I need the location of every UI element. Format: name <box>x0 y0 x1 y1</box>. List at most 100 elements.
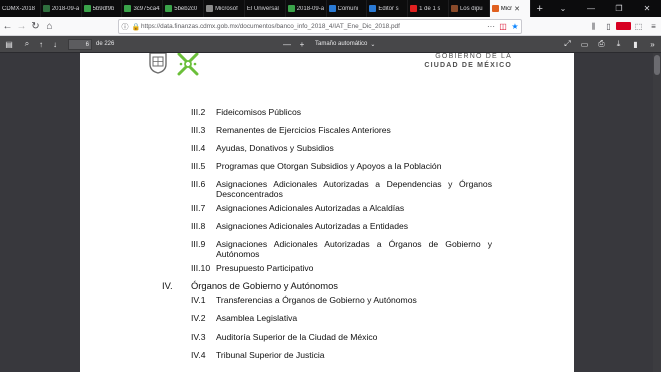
tools-icon[interactable]: » <box>644 39 661 49</box>
favicon-icon <box>83 5 91 12</box>
browser-tab[interactable]: 2018-09-ana <box>286 0 327 17</box>
tab-label: 1 de 1 s <box>419 5 441 12</box>
favicon-icon <box>450 5 458 12</box>
browser-tab[interactable]: CDMX-2018 <box>0 0 41 17</box>
navigation-bar: ← → ↻ ⌂ ⓘ 🔒 https://data.finanzas.cdmx.g… <box>0 17 661 36</box>
zoom-level: Tamaño automático <box>315 41 368 47</box>
next-page-icon[interactable]: ↓ <box>48 40 62 49</box>
open-file-icon[interactable]: ▭ <box>576 39 593 49</box>
toc-number: IV.2 <box>191 313 206 323</box>
previous-page-icon[interactable]: ↑ <box>34 40 48 49</box>
toc-number: III.7 <box>191 203 206 213</box>
browser-tab[interactable]: 5beb2c0 <box>163 0 205 17</box>
presentation-mode-icon[interactable]: ⤢ <box>559 39 576 49</box>
tab-label: Micr <box>500 5 513 12</box>
pocket-icon[interactable]: ◫ <box>497 22 509 31</box>
toc-text: Transferencias a Órganos de Gobierno y A… <box>216 295 417 305</box>
forward-icon[interactable]: → <box>15 20 28 33</box>
sidebar-toggle-icon[interactable]: ▤ <box>0 40 18 49</box>
toc-text: Asignaciones Adicionales Autorizadas a Ó… <box>216 239 492 259</box>
cdmx-logo-icon <box>177 53 199 76</box>
zoom-select[interactable]: Tamaño automático ⌄ <box>315 41 375 48</box>
browser-tab[interactable]: 3c975ca43ebi <box>122 0 164 17</box>
zoom-out-button[interactable]: — <box>281 40 293 49</box>
lock-icon[interactable]: 🔒 <box>131 23 141 31</box>
favicon-icon <box>410 5 418 12</box>
zoom-in-button[interactable]: + <box>296 40 308 49</box>
new-tab-button[interactable]: + <box>531 0 549 17</box>
favicon-icon <box>369 5 377 12</box>
tab-label: Microsof <box>215 5 238 12</box>
download-icon[interactable]: ⤓ <box>610 39 627 49</box>
browser-tab[interactable]: Editor s <box>367 0 409 17</box>
close-window-button[interactable]: ✕ <box>633 0 661 17</box>
tab-label: 5b9df9b <box>92 5 115 12</box>
coat-of-arms-icon <box>149 53 167 74</box>
tab-list-icon[interactable]: ⌄ <box>549 0 577 17</box>
tab-label: CDMX-2018 <box>2 5 36 12</box>
toc-text: Asamblea Legislativa <box>216 313 298 323</box>
browser-tab[interactable]: El Universal <box>245 0 286 17</box>
toc-number: III.6 <box>191 179 206 189</box>
toc-number: III.3 <box>191 125 206 135</box>
vertical-scrollbar[interactable] <box>653 53 661 372</box>
toc-text: Fideicomisos Públicos <box>216 107 302 117</box>
library-icon[interactable]: ⫼ <box>586 22 601 32</box>
tab-label: 2018-09-ana <box>296 5 324 12</box>
menu-icon[interactable]: ≡ <box>646 22 661 31</box>
home-icon[interactable]: ⌂ <box>43 20 56 33</box>
minimize-button[interactable]: — <box>577 0 605 17</box>
browser-tab[interactable]: Los dipu <box>449 0 490 17</box>
tab-label: Comuni <box>337 5 359 12</box>
browser-tab-active[interactable]: Micr ✕ <box>489 0 531 17</box>
search-icon[interactable]: ⌕ <box>20 39 34 49</box>
toc-text: Tribunal Superior de Justicia <box>216 350 325 360</box>
extension-icon[interactable]: ⬚ <box>631 22 646 31</box>
header-title: GOBIERNO DE LA CIUDAD DE MÉXICO <box>424 53 512 70</box>
toc-number: III.8 <box>191 221 206 231</box>
browser-tab[interactable]: Microsof <box>204 0 245 17</box>
tab-label: 2018-09-ana <box>51 5 79 12</box>
bookmark-icon[interactable]: ▮ <box>627 39 644 49</box>
tab-label: Los dipu <box>459 5 483 12</box>
toc-text: Ayudas, Donativos y Subsidios <box>216 143 334 153</box>
page-total: de 226 <box>96 41 115 47</box>
reload-icon[interactable]: ↻ <box>29 20 42 33</box>
toc-number: IV.4 <box>191 350 206 360</box>
favicon-icon <box>491 5 499 12</box>
print-icon[interactable]: ⎙ <box>593 39 610 49</box>
browser-tab[interactable]: 1 de 1 s <box>408 0 449 17</box>
tab-close-icon[interactable]: ✕ <box>514 5 520 13</box>
url-bar[interactable]: ⓘ 🔒 https://data.finanzas.cdmx.gob.mx/do… <box>118 19 522 34</box>
toc-number: III.5 <box>191 161 206 171</box>
browser-tab[interactable]: Comuni <box>327 0 368 17</box>
toc-number: IV.1 <box>191 295 206 305</box>
favicon-icon <box>42 5 50 12</box>
info-icon[interactable]: ⓘ <box>119 22 131 32</box>
toc-number: III.2 <box>191 107 206 117</box>
url-text[interactable]: https://data.finanzas.cdmx.gob.mx/docume… <box>141 23 485 30</box>
page-actions-icon[interactable]: ··· <box>485 22 497 31</box>
toc-number: III.9 <box>191 239 206 249</box>
scrollbar-thumb[interactable] <box>654 55 660 75</box>
sidebar-icon[interactable]: ▯ <box>601 22 616 31</box>
page-number-input[interactable]: 6 <box>68 38 92 50</box>
browser-tab[interactable]: 2018-09-ana <box>41 0 82 17</box>
tab-label: 3c975ca43ebi <box>133 5 160 12</box>
toc-text: Asignaciones Adicionales Autorizadas a A… <box>216 203 405 213</box>
favicon-icon <box>124 5 132 12</box>
restore-button[interactable]: ❐ <box>605 0 633 17</box>
tab-strip: CDMX-2018 2018-09-ana 5b9df9b 3c975ca43e… <box>0 0 661 17</box>
tab-label: Editor s <box>378 5 399 12</box>
notification-icon[interactable] <box>616 21 631 32</box>
back-icon[interactable]: ← <box>1 20 14 33</box>
bookmark-star-icon[interactable]: ★ <box>509 22 521 31</box>
toc-text: Presupuesto Participativo <box>216 263 314 273</box>
section-number: IV. <box>162 280 173 291</box>
tab-label: El Universal <box>246 5 279 12</box>
tab-label: 5beb2c0 <box>174 5 198 12</box>
toc-text: Programas que Otorgan Subsidios y Apoyos… <box>216 161 442 171</box>
header-line-1: GOBIERNO DE LA <box>435 53 512 60</box>
browser-tab[interactable]: 5b9df9b <box>82 0 123 17</box>
pdf-viewer[interactable]: GOBIERNO DE LA CIUDAD DE MÉXICO III.2 Fid… <box>0 53 661 372</box>
